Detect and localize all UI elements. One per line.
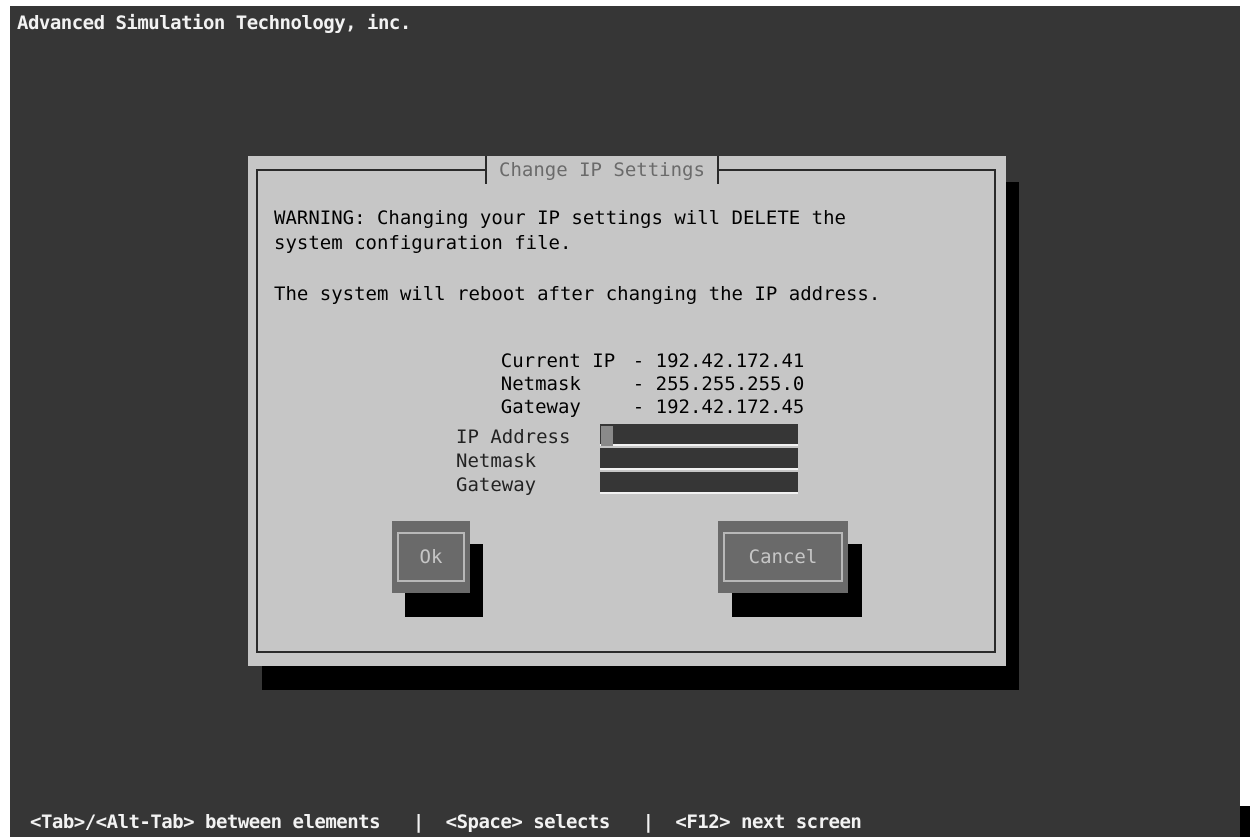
- cancel-button-label: Cancel: [723, 532, 843, 582]
- gateway-label: Gateway: [456, 474, 537, 496]
- root-title: Advanced Simulation Technology, inc.: [17, 12, 411, 34]
- gateway-input[interactable]: [600, 472, 798, 494]
- warning-line-2: system configuration file.: [274, 232, 572, 254]
- help-line: <Tab>/<Alt-Tab> between elements | <Spac…: [30, 811, 862, 833]
- netmask-label: Netmask: [456, 450, 537, 472]
- reboot-note: The system will reboot after changing th…: [274, 283, 881, 305]
- text-cursor: [601, 426, 613, 446]
- netmask-input[interactable]: [600, 448, 798, 470]
- current-gateway-label: Gateway: [500, 396, 581, 418]
- dialog-title: Change IP Settings: [485, 156, 719, 184]
- ok-button[interactable]: Ok: [392, 521, 470, 593]
- cancel-button[interactable]: Cancel: [718, 521, 848, 593]
- ip-address-label: IP Address: [456, 426, 571, 448]
- current-gateway-value: - 192.42.172.45: [632, 396, 805, 418]
- change-ip-dialog: Change IP Settings WARNING: Changing you…: [248, 156, 1006, 666]
- warning-line-1: WARNING: Changing your IP settings will …: [274, 207, 846, 229]
- ok-button-label: Ok: [397, 532, 465, 582]
- screen-edge: [1240, 806, 1250, 837]
- ip-address-input[interactable]: [600, 424, 798, 446]
